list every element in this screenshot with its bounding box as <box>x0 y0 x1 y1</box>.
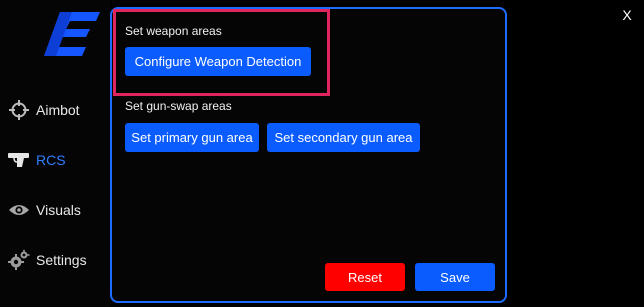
sidebar-item-label: Settings <box>36 252 87 268</box>
sidebar-item-visuals[interactable]: Visuals <box>8 195 108 225</box>
set-secondary-gun-area-button[interactable]: Set secondary gun area <box>267 123 420 152</box>
gun-swap-areas-label: Set gun-swap areas <box>125 99 232 113</box>
sidebar-item-settings[interactable]: Settings <box>8 245 108 275</box>
sidebar-item-aimbot[interactable]: Aimbot <box>8 95 108 125</box>
eye-icon <box>8 199 30 221</box>
set-primary-gun-area-button[interactable]: Set primary gun area <box>125 123 259 152</box>
gear-icon <box>8 249 30 271</box>
close-button[interactable]: X <box>620 6 634 24</box>
crosshair-icon <box>8 99 30 121</box>
reset-button[interactable]: Reset <box>325 263 405 291</box>
sidebar-item-label: Visuals <box>36 202 81 218</box>
sidebar: Aimbot RCS Visuals Settings <box>0 0 110 307</box>
pistol-icon <box>8 149 30 171</box>
sidebar-item-label: Aimbot <box>36 102 80 118</box>
weapon-areas-label: Set weapon areas <box>125 24 222 38</box>
configure-weapon-detection-button[interactable]: Configure Weapon Detection <box>125 47 311 76</box>
sidebar-item-label: RCS <box>36 152 66 168</box>
app-window: Aimbot RCS Visuals Settings Set weapon a… <box>0 0 644 307</box>
sidebar-item-rcs[interactable]: RCS <box>8 145 108 175</box>
e-logo-icon <box>42 12 102 58</box>
save-button[interactable]: Save <box>415 263 495 291</box>
